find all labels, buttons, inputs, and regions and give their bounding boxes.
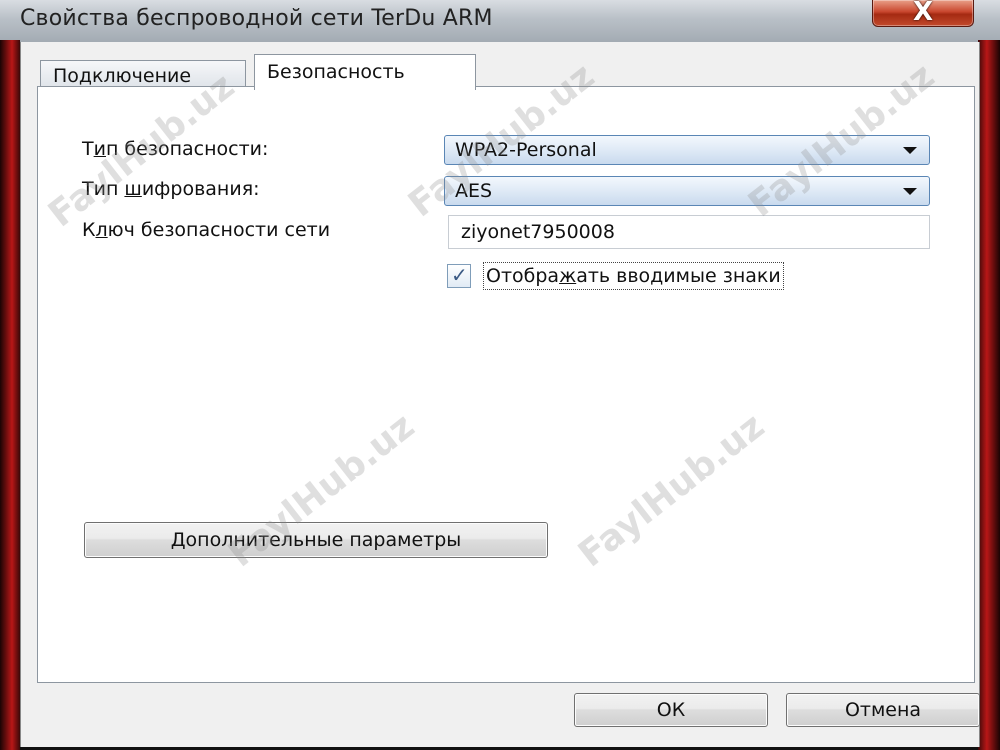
close-icon: X — [912, 0, 934, 27]
chevron-down-icon — [903, 147, 917, 154]
close-button[interactable]: X — [872, 0, 974, 27]
security-key-input[interactable]: ziyonet7950008 — [448, 215, 930, 249]
cancel-button[interactable]: Отмена — [786, 693, 980, 727]
window-title: Свойства беспроводной сети TerDu ARM — [20, 6, 493, 31]
background-left-edge — [0, 40, 20, 750]
security-type-dropdown[interactable]: WPA2-Personal — [444, 135, 930, 165]
encryption-type-value: AES — [455, 180, 493, 202]
encryption-type-label: Тип шифрования: — [82, 178, 260, 200]
encryption-type-dropdown[interactable]: AES — [444, 176, 930, 206]
security-type-value: WPA2-Personal — [455, 139, 597, 161]
wireless-properties-dialog: Свойства беспроводной сети TerDu ARM X П… — [0, 0, 1000, 750]
ok-button[interactable]: ОК — [574, 693, 768, 727]
background-right-edge — [978, 40, 1000, 750]
show-characters-label[interactable]: Отображать вводимые знаки — [483, 262, 784, 290]
title-bar[interactable]: Свойства беспроводной сети TerDu ARM X — [0, 0, 1000, 43]
chevron-down-icon — [903, 188, 917, 195]
show-characters-checkbox[interactable]: ✓ — [447, 263, 471, 288]
tab-security[interactable]: Безопасность — [254, 54, 476, 90]
security-key-label: Ключ безопасности сети — [82, 219, 331, 241]
security-type-label: Тип безопасности: — [82, 138, 269, 160]
advanced-settings-button[interactable]: Дополнительные параметры — [84, 522, 548, 558]
checkmark-icon: ✓ — [451, 263, 468, 287]
